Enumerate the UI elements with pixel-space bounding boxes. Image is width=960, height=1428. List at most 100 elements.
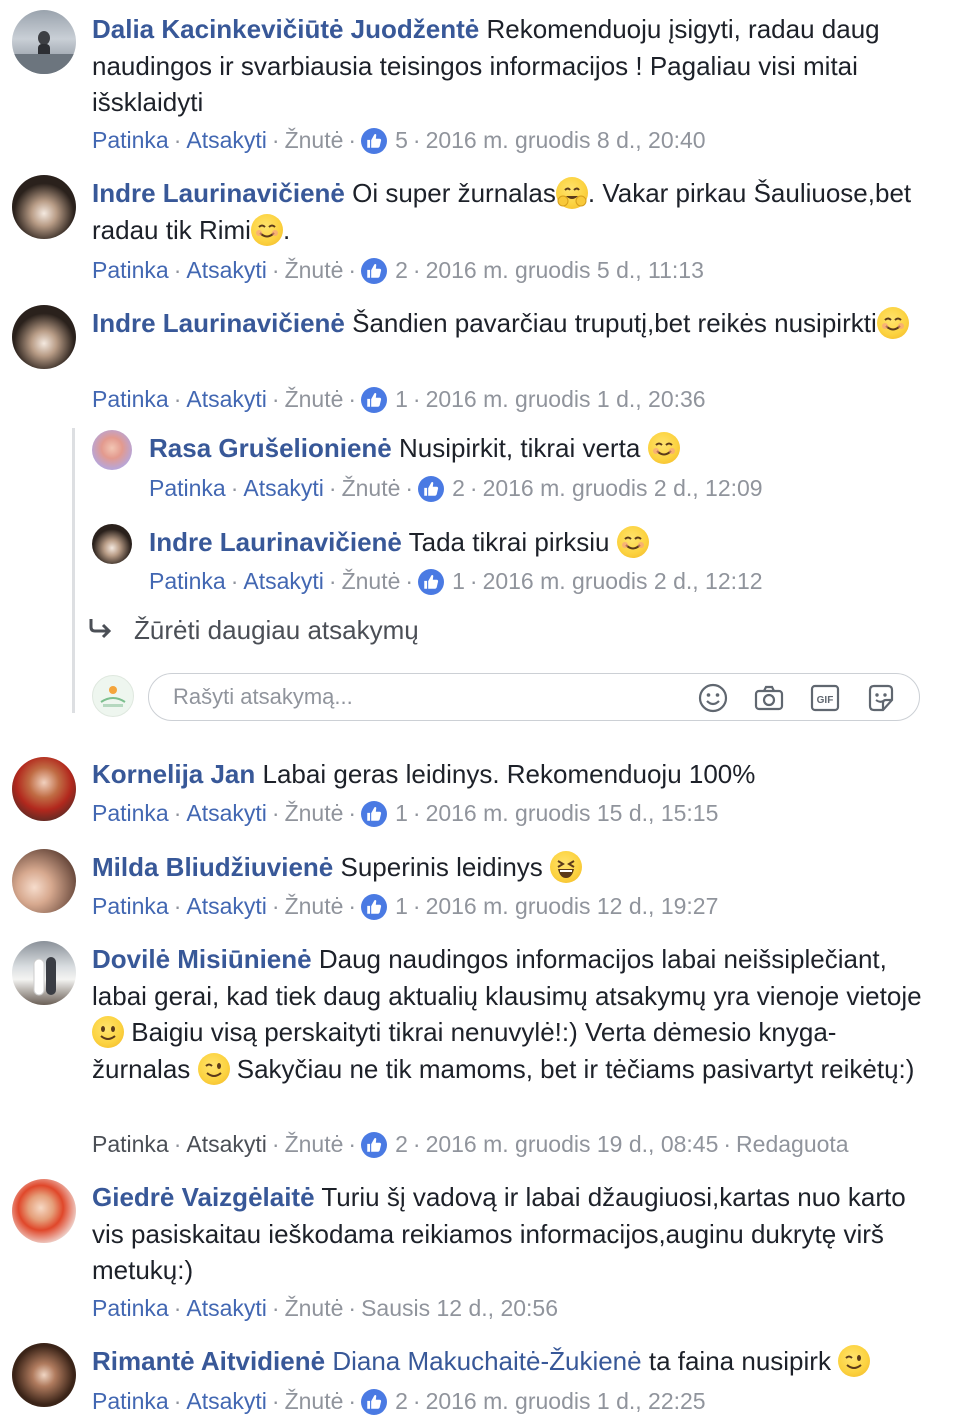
react-link[interactable]: Žnutė	[285, 127, 344, 153]
sticker-icon[interactable]	[865, 682, 897, 714]
like-link[interactable]: Patinka	[92, 800, 169, 826]
timestamp[interactable]: 2016 m. gruodis 15 d., 15:15	[426, 800, 719, 826]
like-count-icon[interactable]	[361, 128, 388, 154]
like-link[interactable]: Patinka	[92, 1295, 169, 1321]
timestamp[interactable]: 2016 m. gruodis 8 d., 20:40	[426, 127, 706, 153]
react-link[interactable]: Žnutė	[285, 1131, 344, 1157]
like-count[interactable]: 2	[395, 1131, 408, 1157]
like-count[interactable]: 2	[395, 1388, 408, 1414]
like-count[interactable]: 1	[395, 800, 408, 826]
like-count[interactable]: 2	[452, 475, 465, 501]
reply-link[interactable]: Atsakyti	[186, 386, 267, 412]
avatar[interactable]	[12, 305, 76, 369]
like-count-icon[interactable]	[361, 387, 388, 413]
reply-link[interactable]: Atsakyti	[186, 257, 267, 283]
reply-input[interactable]	[171, 678, 675, 716]
reply-link[interactable]: Atsakyti	[186, 1131, 267, 1157]
timestamp[interactable]: 2016 m. gruodis 19 d., 08:45	[426, 1131, 719, 1157]
avatar[interactable]	[12, 10, 76, 74]
react-link[interactable]: Žnutė	[342, 568, 401, 594]
avatar[interactable]	[12, 1179, 76, 1243]
comment-author[interactable]: Indre Laurinavičienė	[92, 178, 345, 208]
view-more-replies-link[interactable]: Žūrėti daugiau atsakymų	[88, 612, 419, 648]
comment-actions: Patinka · Atsakyti · Žnutė · 2 · 2016 m. gruodis…	[92, 257, 704, 284]
timestamp[interactable]: Sausis 12 d., 20:56	[361, 1295, 558, 1321]
like-count-icon[interactable]	[361, 1389, 388, 1415]
like-count[interactable]: 1	[395, 893, 408, 919]
timestamp[interactable]: 2016 m. gruodis 1 d., 20:36	[426, 386, 706, 412]
like-link[interactable]: Patinka	[92, 893, 169, 919]
comment-actions: Patinka · Atsakyti · Žnutė · 2 · 2016 m. gruodis…	[149, 475, 763, 502]
emoji-icon[interactable]	[697, 682, 729, 714]
reply-link[interactable]: Atsakyti	[243, 475, 324, 501]
like-link[interactable]: Patinka	[149, 475, 226, 501]
comment-text: Indre Laurinavičienė Šandien pavarčiau t…	[92, 305, 930, 342]
comment-text: Indre Laurinavičienė Oi super žurnalas. …	[92, 177, 912, 246]
mention-link[interactable]: Diana Makuchaitė-Žukienė	[332, 1346, 641, 1376]
avatar[interactable]	[12, 175, 76, 239]
gif-icon[interactable]: GIF	[809, 682, 841, 714]
like-count[interactable]: 2	[395, 257, 408, 283]
react-link[interactable]: Žnutė	[285, 386, 344, 412]
react-link[interactable]: Žnutė	[285, 1295, 344, 1321]
timestamp[interactable]: 2016 m. gruodis 1 d., 22:25	[426, 1388, 706, 1414]
hugging-emoji	[555, 177, 588, 209]
like-link[interactable]: Patinka	[92, 1131, 169, 1157]
comment-author[interactable]: Giedrė Vaizgėlaitė	[92, 1182, 315, 1212]
thread-line	[72, 428, 75, 713]
comment-author[interactable]: Dalia Kacinkevičiūtė Juodžentė	[92, 14, 479, 44]
comment-author[interactable]: Rimantė Aitvidienė	[92, 1346, 325, 1376]
reply-link[interactable]: Atsakyti	[186, 800, 267, 826]
camera-icon[interactable]	[753, 682, 785, 714]
smile-emoji	[876, 307, 909, 339]
reply-link[interactable]: Atsakyti	[186, 127, 267, 153]
react-link[interactable]: Žnutė	[342, 475, 401, 501]
comment-author[interactable]: Dovilė Misiūnienė	[92, 944, 312, 974]
comment-actions: Patinka · Atsakyti · Žnutė · Sausis 12 d., 20:…	[92, 1295, 559, 1321]
like-count-icon[interactable]	[361, 1132, 388, 1158]
avatar[interactable]	[12, 1343, 76, 1407]
comment-text: Giedrė Vaizgėlaitė Turiu šį vadovą ir la…	[92, 1182, 906, 1285]
react-link[interactable]: Žnutė	[285, 893, 344, 919]
timestamp[interactable]: 2016 m. gruodis 2 d., 12:12	[483, 568, 763, 594]
react-link[interactable]: Žnutė	[285, 257, 344, 283]
comment-text: Milda Bliudžiuvienė Superinis leidinys	[92, 849, 930, 886]
like-count-icon[interactable]	[418, 476, 445, 502]
like-count[interactable]: 5	[395, 127, 408, 153]
edited-label[interactable]: Redaguota	[736, 1131, 849, 1157]
avatar[interactable]	[12, 849, 76, 913]
comment-author[interactable]: Kornelija Jan	[92, 759, 255, 789]
like-count-icon[interactable]	[361, 258, 388, 284]
comment-author[interactable]: Indre Laurinavičienė	[92, 308, 345, 338]
avatar[interactable]	[12, 757, 76, 821]
react-link[interactable]: Žnutė	[285, 1388, 344, 1414]
like-link[interactable]: Patinka	[92, 1388, 169, 1414]
like-count-icon[interactable]	[361, 894, 388, 920]
comment-actions: Patinka · Atsakyti · Žnutė · 1 · 2016 m. gruodis…	[92, 800, 719, 827]
timestamp[interactable]: 2016 m. gruodis 2 d., 12:09	[483, 475, 763, 501]
comment-actions: Patinka · Atsakyti · Žnutė · 2 · 2016 m. gruodis…	[92, 1388, 706, 1415]
like-link[interactable]: Patinka	[92, 386, 169, 412]
avatar[interactable]	[92, 524, 132, 564]
like-count-icon[interactable]	[418, 569, 445, 595]
like-count[interactable]: 1	[395, 386, 408, 412]
like-link[interactable]: Patinka	[92, 127, 169, 153]
reply-link[interactable]: Atsakyti	[186, 1388, 267, 1414]
comment-author[interactable]: Indre Laurinavičienė	[149, 527, 402, 557]
avatar[interactable]	[92, 430, 132, 470]
smile-emoji	[250, 213, 283, 246]
comment-author[interactable]: Milda Bliudžiuvienė	[92, 852, 333, 882]
reply-link[interactable]: Atsakyti	[186, 1295, 267, 1321]
like-count-icon[interactable]	[361, 801, 388, 827]
comment-author[interactable]: Rasa Grušelionienė	[149, 433, 392, 463]
avatar[interactable]	[92, 675, 134, 717]
like-count[interactable]: 1	[452, 568, 465, 594]
like-link[interactable]: Patinka	[149, 568, 226, 594]
reply-link[interactable]: Atsakyti	[243, 568, 324, 594]
reply-link[interactable]: Atsakyti	[186, 893, 267, 919]
timestamp[interactable]: 2016 m. gruodis 12 d., 19:27	[426, 893, 719, 919]
like-link[interactable]: Patinka	[92, 257, 169, 283]
timestamp[interactable]: 2016 m. gruodis 5 d., 11:13	[426, 257, 704, 283]
react-link[interactable]: Žnutė	[285, 800, 344, 826]
avatar[interactable]	[12, 941, 76, 1005]
